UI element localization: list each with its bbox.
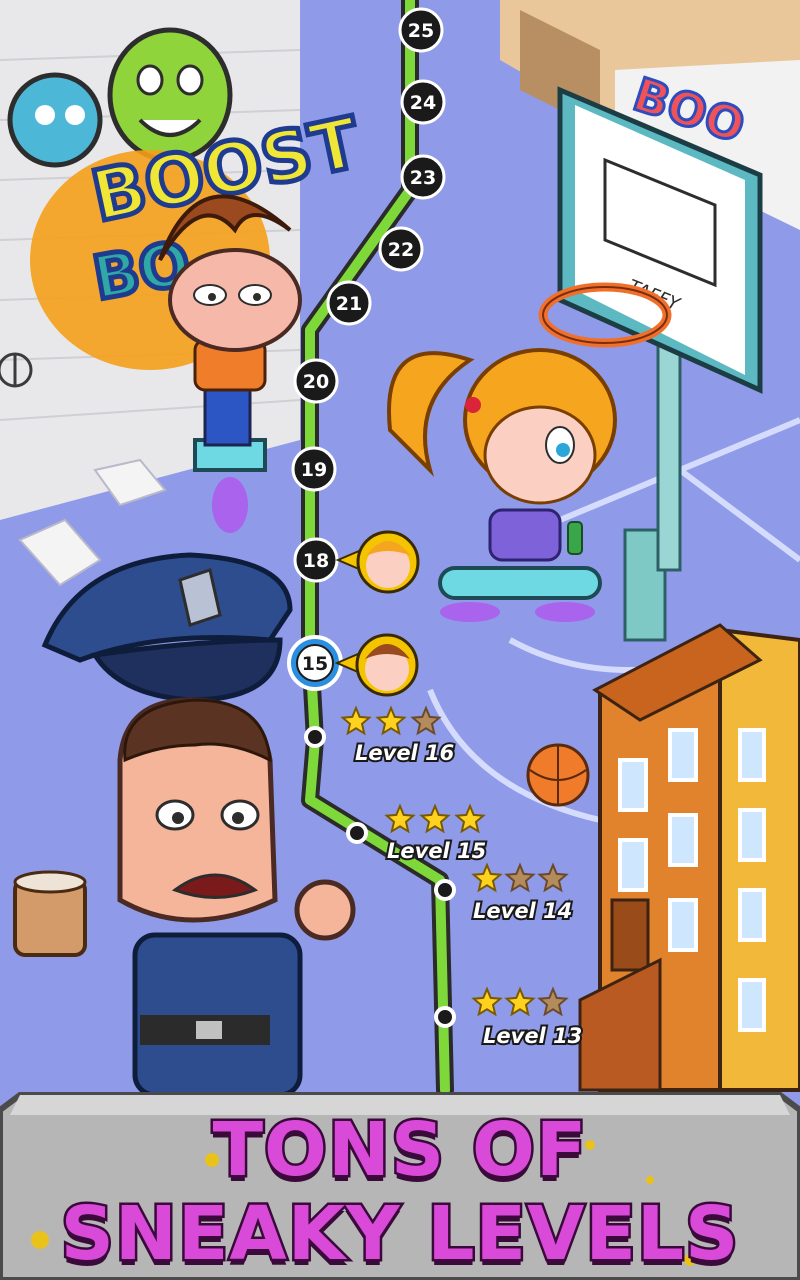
- basketball: [526, 743, 590, 807]
- level-map-scene: BOO BOOST BO TAFFY 252423222120191815 Le…: [0, 0, 800, 1280]
- level-label: Level 15: [387, 839, 486, 863]
- banner-line-1: TONS OF: [210, 1106, 589, 1195]
- level-node[interactable]: 19: [291, 446, 337, 492]
- level-map-screen: BOO BOOST BO TAFFY 25 24 23 22 21 20 19 …: [0, 0, 800, 1280]
- promo-banner: TONS OF SNEAKY LEVELS: [0, 1106, 800, 1279]
- level-node-number: 15: [302, 653, 328, 675]
- level-label: Level 14: [473, 899, 572, 923]
- level-node[interactable]: 21: [326, 280, 372, 326]
- level-node-number: 22: [388, 239, 414, 261]
- level-node-number: 19: [301, 459, 327, 481]
- level-label: Level 16: [355, 741, 454, 765]
- level-node[interactable]: 25: [398, 7, 444, 53]
- level-node[interactable]: 18: [293, 537, 339, 583]
- level-node-number: 24: [410, 92, 436, 114]
- level-node[interactable]: 22: [378, 226, 424, 272]
- level-node-number: 21: [336, 293, 362, 315]
- level-node[interactable]: 23: [400, 154, 446, 200]
- current-level-node[interactable]: 15: [287, 635, 343, 691]
- level-node-number: 25: [408, 20, 434, 42]
- level-label: Level 13: [483, 1024, 582, 1048]
- level-node-number: 23: [410, 167, 436, 189]
- level-node-number: 20: [303, 371, 329, 393]
- level-node[interactable]: 20: [293, 358, 339, 404]
- level-node[interactable]: 24: [400, 79, 446, 125]
- level-node-number: 18: [303, 550, 329, 572]
- apartment-buildings: [578, 623, 800, 1092]
- banner-line-2: SNEAKY LEVELS: [58, 1190, 741, 1279]
